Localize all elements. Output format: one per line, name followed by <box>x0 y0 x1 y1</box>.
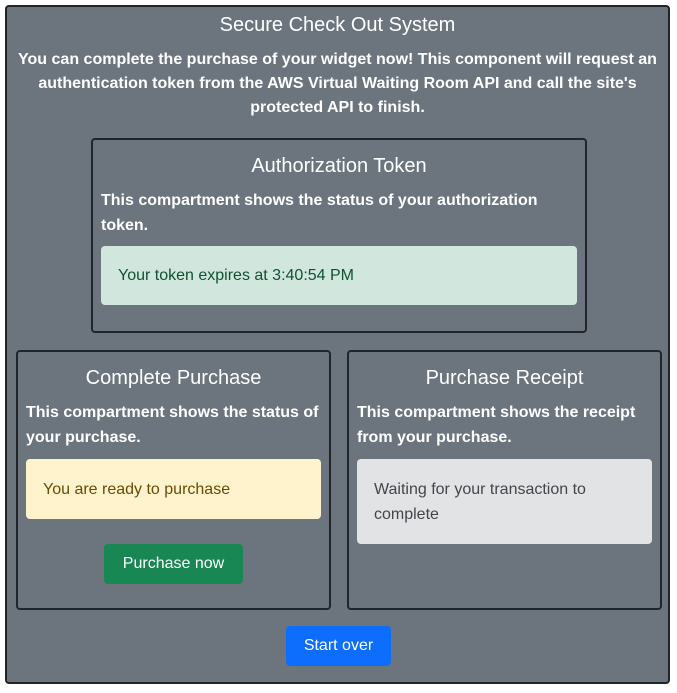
purchase-now-button[interactable]: Purchase now <box>104 544 243 584</box>
purchase-receipt-card: Purchase Receipt This compartment shows … <box>347 350 662 610</box>
purchase-receipt-description: This compartment shows the receipt from … <box>357 404 636 446</box>
receipt-status-text: Waiting for your transaction to complete <box>374 480 586 523</box>
receipt-status-alert: Waiting for your transaction to complete <box>357 459 652 544</box>
start-over-button[interactable]: Start over <box>286 626 391 666</box>
authorization-token-description: This compartment shows the status of you… <box>101 192 538 234</box>
authorization-token-card: Authorization Token This compartment sho… <box>91 138 587 333</box>
purchase-receipt-title: Purchase Receipt <box>425 367 584 389</box>
page-title: Secure Check Out System <box>219 14 456 36</box>
complete-purchase-description: This compartment shows the status of you… <box>26 404 319 446</box>
purchase-status-alert: You are ready to purchase <box>26 459 321 519</box>
token-status-alert: Your token expires at 3:40:54 PM <box>101 246 577 305</box>
complete-purchase-title: Complete Purchase <box>85 367 262 389</box>
purchase-status-text: You are ready to purchase <box>43 480 231 498</box>
page-description: You can complete the purchase of your wi… <box>18 51 657 116</box>
authorization-token-title: Authorization Token <box>251 155 427 177</box>
complete-purchase-card: Complete Purchase This compartment shows… <box>16 350 331 610</box>
token-status-text: Your token expires at 3:40:54 PM <box>118 267 354 284</box>
secure-checkout-panel: Secure Check Out System You can complete… <box>5 5 670 684</box>
